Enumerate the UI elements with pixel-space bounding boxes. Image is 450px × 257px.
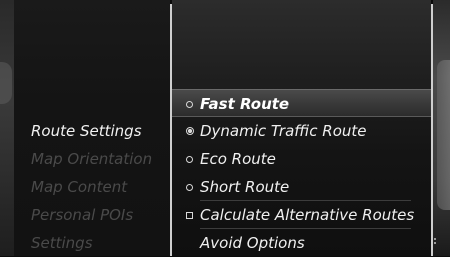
menu-item-personal-pois[interactable]: Personal POIs xyxy=(31,202,133,228)
background-edge-left xyxy=(0,0,14,256)
option-label: Dynamic Traffic Route xyxy=(200,122,367,140)
option-calculate-alternative-routes[interactable]: Calculate Alternative Routes xyxy=(172,201,431,229)
menu-item-route-settings[interactable]: Route Settings xyxy=(31,118,142,144)
scroll-indicator[interactable] xyxy=(434,236,437,248)
option-dynamic-traffic-route[interactable]: Dynamic Traffic Route xyxy=(172,117,431,145)
option-label: Fast Route xyxy=(200,95,290,113)
radio-empty-icon xyxy=(186,155,193,163)
menu-item-settings[interactable]: Settings xyxy=(31,230,93,256)
option-label: Avoid Options xyxy=(200,234,305,252)
option-label: Short Route xyxy=(200,178,290,196)
radio-filled-icon xyxy=(185,127,194,135)
option-short-route[interactable]: Short Route xyxy=(172,173,431,201)
option-fast-route[interactable]: Fast Route xyxy=(172,89,431,117)
route-options-panel: Fast Route Dynamic Traffic Route Eco Rou… xyxy=(172,0,431,256)
checkbox-icon xyxy=(186,211,193,219)
radio-empty-icon xyxy=(186,100,193,108)
background-edge-right xyxy=(433,0,450,256)
option-avoid-options[interactable]: Avoid Options xyxy=(172,229,431,257)
radio-empty-icon xyxy=(186,183,193,191)
option-label: Eco Route xyxy=(200,150,276,168)
menu-item-map-content[interactable]: Map Content xyxy=(31,174,127,200)
menu-item-map-orientation[interactable]: Map Orientation xyxy=(31,146,152,172)
settings-category-menu: Route Settings Map Orientation Map Conte… xyxy=(14,0,170,256)
option-label: Calculate Alternative Routes xyxy=(200,206,415,224)
navigation-settings-screen: Route Settings Map Orientation Map Conte… xyxy=(0,0,450,256)
option-eco-route[interactable]: Eco Route xyxy=(172,145,431,173)
